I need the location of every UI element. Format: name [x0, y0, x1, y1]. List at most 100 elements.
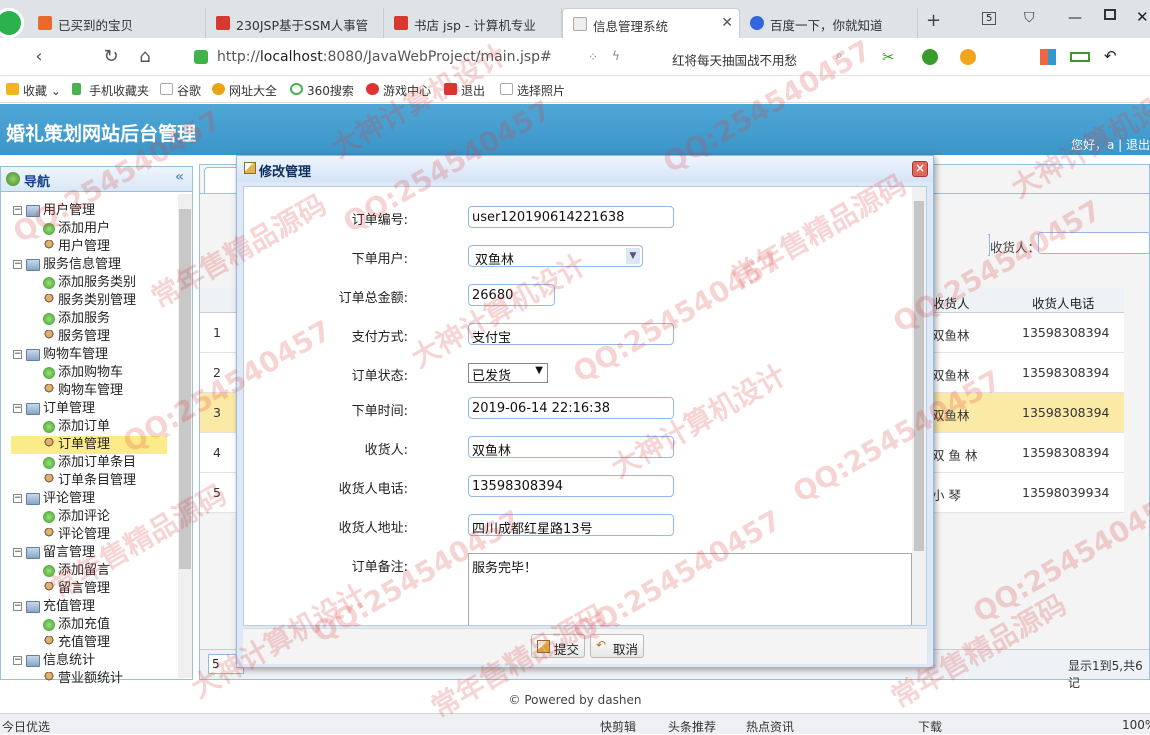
nav-group[interactable]: − 订单管理 — [13, 400, 95, 418]
status-item[interactable]: 下载 — [918, 718, 942, 735]
nav-item[interactable]: 添加服务类别 — [43, 274, 136, 292]
maximize-button[interactable] — [1104, 9, 1116, 20]
bookmark-favorites[interactable]: 收藏 ⌄ — [6, 82, 61, 99]
status-item[interactable]: 头条推荐 — [668, 718, 716, 735]
bookmark-item[interactable]: 360搜索 — [290, 82, 354, 99]
order-memo-textarea[interactable]: 服务完毕！ — [468, 553, 912, 625]
coin-icon[interactable] — [960, 49, 976, 65]
col-phone-header[interactable]: 收货人电话 — [1032, 293, 1095, 312]
close-dialog-button[interactable]: × — [912, 161, 928, 177]
bookmark-item[interactable]: 谷歌 — [160, 82, 201, 99]
collapse-toggle-icon[interactable]: − — [13, 548, 22, 557]
browser-tab[interactable]: 230JSP基于SSM人事管 — [206, 8, 384, 38]
col-receiver-header[interactable]: 收货人 — [932, 293, 970, 312]
status-item[interactable]: 快剪辑 — [600, 718, 636, 735]
cancel-button[interactable]: ↶ 取消 — [590, 634, 644, 658]
zoom-level[interactable]: 100% — [1122, 718, 1150, 732]
browser-tab-active[interactable]: 信息管理系统 ✕ — [562, 8, 740, 38]
nav-group[interactable]: − 信息统计 — [13, 652, 95, 670]
submit-button[interactable]: 提交 — [531, 634, 585, 658]
news-ticker[interactable]: 红将每天抽国战不用愁 — [672, 50, 797, 69]
grid-icon[interactable]: ⁘ — [588, 50, 598, 64]
collapse-toggle-icon[interactable]: − — [13, 404, 22, 413]
nav-item[interactable]: 留言管理 — [43, 580, 110, 598]
order-no-input[interactable]: user120190614221638 — [468, 206, 674, 228]
nav-item[interactable]: 购物车管理 — [43, 382, 123, 400]
back-icon[interactable]: ‹ — [28, 46, 50, 67]
nav-item[interactable]: 添加评论 — [43, 508, 110, 526]
nav-group[interactable]: − 用户管理 — [13, 202, 95, 220]
nav-group[interactable]: − 留言管理 — [13, 544, 95, 562]
browser-tab[interactable]: 已买到的宝贝 — [28, 8, 206, 38]
browser-tab[interactable]: 百度一下，你就知道 — [740, 8, 918, 38]
scrollbar-thumb[interactable] — [179, 209, 191, 569]
order-user-select[interactable]: 双鱼林 ▼ — [468, 245, 643, 267]
nav-group[interactable]: − 购物车管理 — [13, 346, 108, 364]
nav-item[interactable]: 添加服务 — [43, 310, 110, 328]
status-left-text[interactable]: 今日优选 — [2, 718, 50, 735]
browser-tab[interactable]: 书店 jsp - 计算机专业 — [384, 8, 562, 38]
order-time-input[interactable]: 2019-06-14 22:16:38 — [468, 397, 674, 419]
bookmark-item[interactable]: 网址大全 — [212, 82, 277, 99]
status-item[interactable]: 热点资讯 — [746, 718, 794, 735]
receiver-phone-input[interactable]: 13598308394 — [468, 475, 674, 497]
nav-item[interactable]: 添加用户 — [43, 220, 110, 238]
nav-item[interactable]: 添加订单条目 — [43, 454, 136, 472]
nav-item[interactable]: 营业额统计 — [43, 670, 123, 688]
shirt-icon[interactable]: ⛉ — [1024, 10, 1035, 26]
reload-icon[interactable]: ↻ — [100, 46, 122, 67]
nav-group[interactable]: − 评论管理 — [13, 490, 95, 508]
search-receiver-input[interactable] — [1038, 232, 1150, 254]
nav-item[interactable]: 添加购物车 — [43, 364, 123, 382]
nav-item[interactable]: 充值管理 — [43, 634, 110, 652]
collapse-toggle-icon[interactable]: − — [13, 602, 22, 611]
minimize-button[interactable]: — — [1068, 10, 1082, 26]
translate-icon[interactable] — [922, 49, 938, 65]
total-amount-input[interactable]: 26680 — [468, 284, 555, 306]
sidebar-scrollbar[interactable] — [178, 194, 192, 678]
nav-item[interactable]: 用户管理 — [43, 238, 110, 256]
order-status-select[interactable]: 已发货 ▼ — [468, 363, 548, 383]
nav-item[interactable]: 订单管理 — [11, 436, 167, 454]
bookmark-item[interactable]: 退出 — [444, 82, 485, 99]
nav-item[interactable]: 服务类别管理 — [43, 292, 136, 310]
collapse-icon[interactable]: « — [175, 169, 184, 185]
battery-icon[interactable] — [1070, 52, 1090, 62]
collapse-toggle-icon[interactable]: − — [13, 350, 22, 359]
nav-group[interactable]: − 充值管理 — [13, 598, 95, 616]
lightning-icon[interactable]: ϟ — [612, 49, 620, 63]
bookmark-item[interactable]: 选择照片 — [500, 82, 565, 99]
add-icon — [43, 510, 55, 523]
nav-item[interactable]: 添加充值 — [43, 616, 110, 634]
bookmark-item[interactable]: 游戏中心 — [366, 82, 431, 99]
new-tab-button[interactable]: + — [926, 10, 941, 31]
collapse-toggle-icon[interactable]: − — [13, 656, 22, 665]
nav-group[interactable]: − 服务信息管理 — [13, 256, 121, 274]
close-tab-icon[interactable]: ✕ — [721, 15, 733, 31]
apps-icon[interactable] — [1040, 49, 1056, 65]
tab-count-badge[interactable]: 5 — [982, 12, 997, 25]
nav-item[interactable]: 添加留言 — [43, 562, 110, 580]
nav-item[interactable]: 订单条目管理 — [43, 472, 136, 490]
close-window-button[interactable]: ✕ — [1136, 8, 1149, 26]
receiver-input[interactable]: 双鱼林 — [468, 436, 674, 458]
pay-method-input[interactable]: 支付宝 — [468, 323, 674, 345]
home-icon[interactable]: ⌂ — [134, 46, 156, 67]
search-icon[interactable]: ⌕ — [836, 48, 843, 63]
nav-item[interactable]: 服务管理 — [43, 328, 110, 346]
nav-item[interactable]: 添加订单 — [43, 418, 110, 436]
scrollbar-thumb[interactable] — [914, 201, 924, 551]
user-greeting[interactable]: 您好，a | 退出 — [1071, 136, 1150, 153]
receiver-address-input[interactable]: 四川成都红星路13号 — [468, 514, 674, 536]
collapse-toggle-icon[interactable]: − — [13, 494, 22, 503]
folder-icon — [26, 654, 40, 667]
receiver-cell: 双鱼林 — [932, 368, 970, 383]
scissors-icon[interactable]: ✂ — [882, 48, 895, 66]
nav-item[interactable]: 评论管理 — [43, 526, 110, 544]
dialog-scrollbar[interactable] — [912, 187, 926, 625]
bookmark-item[interactable]: 手机收藏夹 — [72, 82, 149, 99]
row-number: 3 — [213, 405, 221, 420]
undo-icon[interactable]: ↶ — [1104, 47, 1117, 65]
collapse-toggle-icon[interactable]: − — [13, 206, 22, 215]
collapse-toggle-icon[interactable]: − — [13, 260, 22, 269]
